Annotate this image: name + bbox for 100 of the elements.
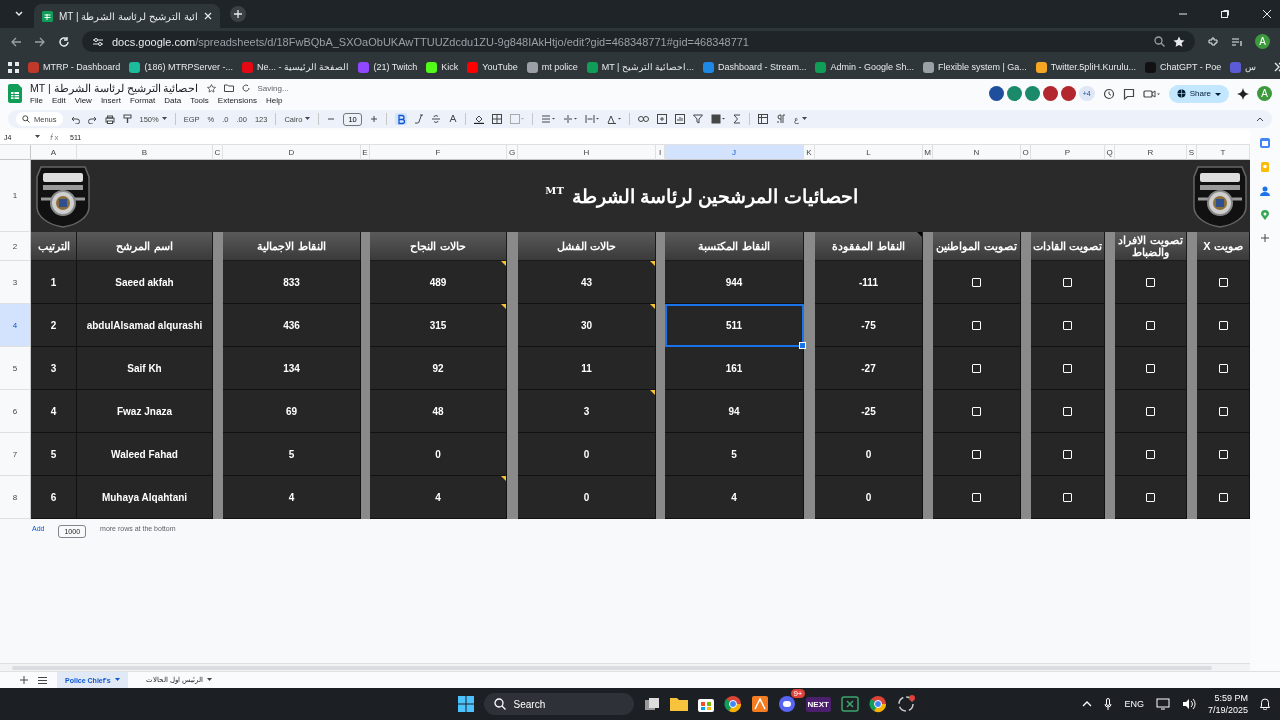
folder-icon[interactable] bbox=[223, 84, 234, 92]
comment-icon[interactable] bbox=[656, 114, 667, 124]
comment-icon[interactable] bbox=[1122, 87, 1135, 100]
column-header[interactable]: J bbox=[665, 145, 804, 160]
checkbox[interactable] bbox=[972, 449, 981, 459]
close-icon[interactable] bbox=[203, 12, 212, 20]
add-sheet-icon[interactable] bbox=[20, 676, 28, 684]
bookmark[interactable]: ChatGPT - Poe bbox=[1144, 61, 1222, 73]
loading-app-icon[interactable] bbox=[896, 695, 915, 713]
menu-item[interactable]: Extensions bbox=[217, 96, 257, 105]
row-header[interactable]: 5 bbox=[0, 347, 31, 390]
merge-cells-icon[interactable] bbox=[509, 114, 524, 124]
menu-item[interactable]: Tools bbox=[190, 96, 209, 105]
checkbox[interactable] bbox=[1218, 449, 1228, 459]
bookmark[interactable]: (186) MTRPServer -... bbox=[129, 61, 233, 73]
chat-app-icon[interactable] bbox=[777, 695, 796, 713]
star-icon[interactable] bbox=[1173, 35, 1185, 48]
folder-icon[interactable] bbox=[669, 697, 688, 711]
bookmark[interactable]: Flexible system | Ga... bbox=[923, 61, 1027, 73]
bookmark[interactable]: س bbox=[1230, 61, 1257, 73]
checkbox[interactable] bbox=[1063, 406, 1072, 416]
checkbox[interactable] bbox=[1218, 320, 1228, 330]
sheets-logo-icon[interactable] bbox=[8, 84, 22, 103]
share-button[interactable]: Share bbox=[1168, 84, 1229, 103]
menu-item[interactable]: File bbox=[30, 96, 43, 105]
link-icon[interactable] bbox=[637, 115, 649, 123]
menu-item[interactable]: Edit bbox=[51, 96, 66, 105]
column-header[interactable]: L bbox=[815, 145, 923, 160]
menu-item[interactable]: Help bbox=[266, 96, 283, 105]
taskbar-search-field[interactable]: Search bbox=[483, 693, 634, 715]
menu-item[interactable]: Format bbox=[129, 96, 156, 105]
spark-icon[interactable] bbox=[1237, 87, 1249, 100]
contacts-icon[interactable] bbox=[1260, 186, 1270, 196]
profile-avatar[interactable]: A bbox=[1257, 86, 1272, 101]
checkbox[interactable] bbox=[1218, 492, 1228, 502]
tab-list-icon[interactable] bbox=[14, 9, 24, 19]
checkbox[interactable] bbox=[1063, 277, 1072, 287]
notifications-icon[interactable] bbox=[1260, 698, 1270, 710]
clock-time[interactable]: 5:59 PM bbox=[1214, 693, 1248, 703]
profile-avatar[interactable]: A bbox=[1255, 34, 1270, 49]
functions-icon[interactable] bbox=[732, 114, 741, 124]
checkbox[interactable] bbox=[1218, 277, 1228, 287]
new-tab-icon[interactable] bbox=[229, 6, 246, 22]
browser-tab[interactable]: MT | ائية الترشيح لرئاسة الشرطة bbox=[34, 4, 220, 28]
all-sheets-icon[interactable] bbox=[38, 676, 47, 684]
network-icon[interactable] bbox=[1155, 698, 1170, 710]
row-header[interactable]: 1 bbox=[0, 160, 31, 232]
column-header[interactable]: D bbox=[223, 145, 361, 160]
column-header[interactable]: F bbox=[370, 145, 507, 160]
store-icon[interactable] bbox=[697, 696, 714, 712]
column-header[interactable]: H bbox=[518, 145, 656, 160]
volume-icon[interactable] bbox=[1181, 698, 1196, 710]
checkbox[interactable] bbox=[972, 406, 981, 416]
apps-grid-icon[interactable] bbox=[8, 61, 19, 73]
checkbox[interactable] bbox=[1218, 363, 1228, 373]
star-icon[interactable] bbox=[206, 83, 216, 93]
checkbox[interactable] bbox=[972, 320, 981, 330]
address-bar[interactable]: docs.google.com/spreadsheets/d/18FwBQbA_SXOaObUKAwTTUUZdcdu1ZU-9g848IAkHtjo/edit?gid=468348771#gid=468348771 bbox=[82, 31, 1195, 52]
column-header[interactable]: N bbox=[933, 145, 1021, 160]
column-header[interactable]: I bbox=[656, 145, 665, 160]
back-icon[interactable] bbox=[10, 35, 22, 48]
collaborator-avatar[interactable] bbox=[988, 86, 1004, 101]
text-color-icon[interactable] bbox=[448, 114, 457, 124]
undo-icon[interactable] bbox=[70, 114, 80, 124]
collaborator-avatar[interactable] bbox=[1042, 86, 1058, 101]
maps-icon[interactable] bbox=[1261, 210, 1269, 220]
checkbox[interactable] bbox=[1146, 320, 1155, 330]
checkbox[interactable] bbox=[1063, 449, 1072, 459]
browser-icon[interactable] bbox=[868, 695, 887, 713]
row-header[interactable]: 6 bbox=[0, 390, 31, 433]
bookmark[interactable]: Ne... - الصفحة الرئيسية bbox=[241, 61, 350, 73]
redo-icon[interactable] bbox=[87, 114, 97, 124]
rtl-icon[interactable] bbox=[775, 114, 786, 124]
media-icon[interactable] bbox=[1231, 35, 1243, 48]
app-icon[interactable]: NEXT bbox=[805, 696, 831, 712]
bold-icon[interactable] bbox=[394, 113, 407, 125]
checkbox[interactable] bbox=[1146, 363, 1155, 373]
bookmark[interactable]: YouTube bbox=[467, 61, 518, 73]
row-header[interactable]: 8 bbox=[0, 476, 31, 519]
task-view-icon[interactable] bbox=[643, 697, 660, 711]
calendar-icon[interactable] bbox=[1260, 138, 1270, 148]
strikethrough-icon[interactable] bbox=[430, 114, 441, 124]
fill-color-icon[interactable] bbox=[473, 114, 484, 124]
freeze-icon[interactable] bbox=[757, 114, 768, 124]
text-rotation-icon[interactable] bbox=[606, 114, 621, 124]
bookmark[interactable]: Twitter.5pliH.Kurulu... bbox=[1035, 61, 1136, 73]
zoom-icon[interactable] bbox=[1154, 36, 1165, 47]
column-header[interactable]: R bbox=[1115, 145, 1187, 160]
checkbox[interactable] bbox=[972, 363, 981, 373]
bookmark[interactable]: Admin - Google Sh... bbox=[815, 61, 914, 73]
bookmark[interactable]: MT | احصائية الترشيح... bbox=[586, 61, 694, 73]
video-call-icon[interactable] bbox=[1142, 87, 1161, 100]
checkbox[interactable] bbox=[1218, 406, 1228, 416]
bookmark[interactable]: mt police bbox=[526, 61, 578, 73]
checkbox[interactable] bbox=[1063, 363, 1072, 373]
restore-icon[interactable] bbox=[1220, 9, 1230, 19]
input-language[interactable]: ENG bbox=[1124, 699, 1144, 709]
menu-item[interactable]: Data bbox=[164, 96, 182, 105]
checkbox[interactable] bbox=[1146, 492, 1155, 502]
row-header[interactable]: 4 bbox=[0, 304, 31, 347]
